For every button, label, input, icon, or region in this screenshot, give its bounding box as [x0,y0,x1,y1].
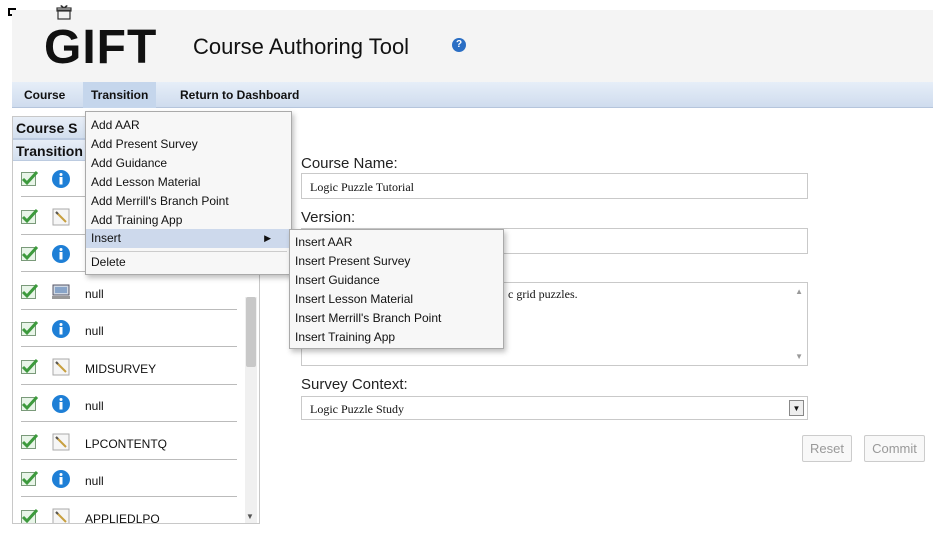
check-icon [21,320,39,337]
version-label: Version: [301,209,356,226]
reset-button[interactable]: Reset [802,435,852,462]
menu-item-add-present-survey[interactable]: Add Present Survey [86,135,291,154]
info-icon [51,469,71,489]
transition-label: null [85,324,104,338]
row-separator [21,308,237,310]
check-icon [21,508,39,523]
transition-row[interactable]: null [13,388,245,424]
transition-label: null [85,399,104,413]
check-icon [21,358,39,375]
submenu-arrow-icon: ▶ [264,233,271,243]
row-separator [21,383,237,385]
menu-item-add-aar[interactable]: Add AAR [86,116,291,135]
menu-item-delete[interactable]: Delete [86,253,291,272]
row-separator [21,458,237,460]
survey-context-select[interactable]: Logic Puzzle Study ▼ [301,396,808,420]
submenu-item-insert-merrills-branch-point[interactable]: Insert Merrill's Branch Point [290,309,503,328]
info-icon [51,319,71,339]
info-icon [51,169,71,189]
transition-label: LPCONTENTQ [85,436,168,451]
menu-course[interactable]: Course [16,82,73,108]
check-icon [21,470,39,487]
survey-icon [51,207,71,227]
transition-label: APPLIEDLPQ [85,511,160,524]
gift-box-icon [56,5,72,20]
course-name-input[interactable]: Logic Puzzle Tutorial [301,173,808,199]
course-name-label: Course Name: [301,155,398,172]
menu-item-insert-label: Insert [91,231,122,245]
transition-row[interactable]: null [13,276,245,312]
menu-item-add-lesson-material[interactable]: Add Lesson Material [86,173,291,192]
description-text: c grid puzzles. [508,287,578,301]
transitions-scrollbar[interactable]: ▼ [245,297,257,523]
info-icon [51,244,71,264]
menu-item-add-merrills-branch-point[interactable]: Add Merrill's Branch Point [86,192,291,211]
row-separator [21,346,237,347]
row-separator [21,496,237,497]
survey-context-value: Logic Puzzle Study [310,402,404,416]
textarea-scroll-down[interactable]: ▼ [795,352,803,361]
info-icon [51,394,71,414]
submenu-item-insert-training-app[interactable]: Insert Training App [290,328,503,347]
transition-row[interactable]: null [13,463,245,499]
survey-icon [51,507,71,523]
transition-label: null [85,474,104,488]
survey-icon [51,357,71,377]
transition-label: MIDSURVEY [85,361,157,376]
menu-transition[interactable]: Transition [83,82,157,108]
submenu-item-insert-present-survey[interactable]: Insert Present Survey [290,252,503,271]
check-icon [21,245,39,262]
scroll-thumb[interactable] [246,297,256,367]
transition-row[interactable]: LPCONTENTQ [13,426,245,462]
gift-logo: GIFT [44,21,158,74]
row-separator [21,421,237,422]
check-icon [21,208,39,225]
transition-label: null [85,286,104,301]
check-icon [21,433,39,450]
menu-separator [90,251,287,252]
help-icon[interactable]: ? [452,38,466,52]
survey-icon [51,432,71,452]
submenu-item-insert-aar[interactable]: Insert AAR [290,233,503,252]
check-icon [21,170,39,187]
menu-return-to-dashboard[interactable]: Return to Dashboard [172,82,307,108]
computer-icon [51,282,71,302]
menu-item-insert[interactable]: Insert ▶ [86,229,291,248]
dropdown-arrow-icon[interactable]: ▼ [789,400,804,416]
menu-item-add-guidance[interactable]: Add Guidance [86,154,291,173]
check-icon [21,395,39,412]
scroll-down-arrow[interactable]: ▼ [246,512,254,521]
transition-dropdown-menu: Add AAR Add Present Survey Add Guidance … [85,111,292,275]
menubar: Course Transition Return to Dashboard [12,82,933,108]
commit-button[interactable]: Commit [864,435,925,462]
submenu-item-insert-lesson-material[interactable]: Insert Lesson Material [290,290,503,309]
app-header: GIFT Course Authoring Tool ? [12,5,933,82]
transition-row[interactable]: null [13,313,245,349]
check-icon [21,283,39,300]
transition-row[interactable]: MIDSURVEY [13,351,245,387]
app-title: Course Authoring Tool [193,34,410,59]
menu-item-add-training-app[interactable]: Add Training App [86,211,291,230]
transition-row[interactable]: APPLIEDLPQ [13,501,245,524]
submenu-item-insert-guidance[interactable]: Insert Guidance [290,271,503,290]
insert-submenu: Insert AAR Insert Present Survey Insert … [289,229,504,349]
textarea-scroll-up[interactable]: ▲ [795,287,803,296]
survey-context-label: Survey Context: [301,376,408,393]
